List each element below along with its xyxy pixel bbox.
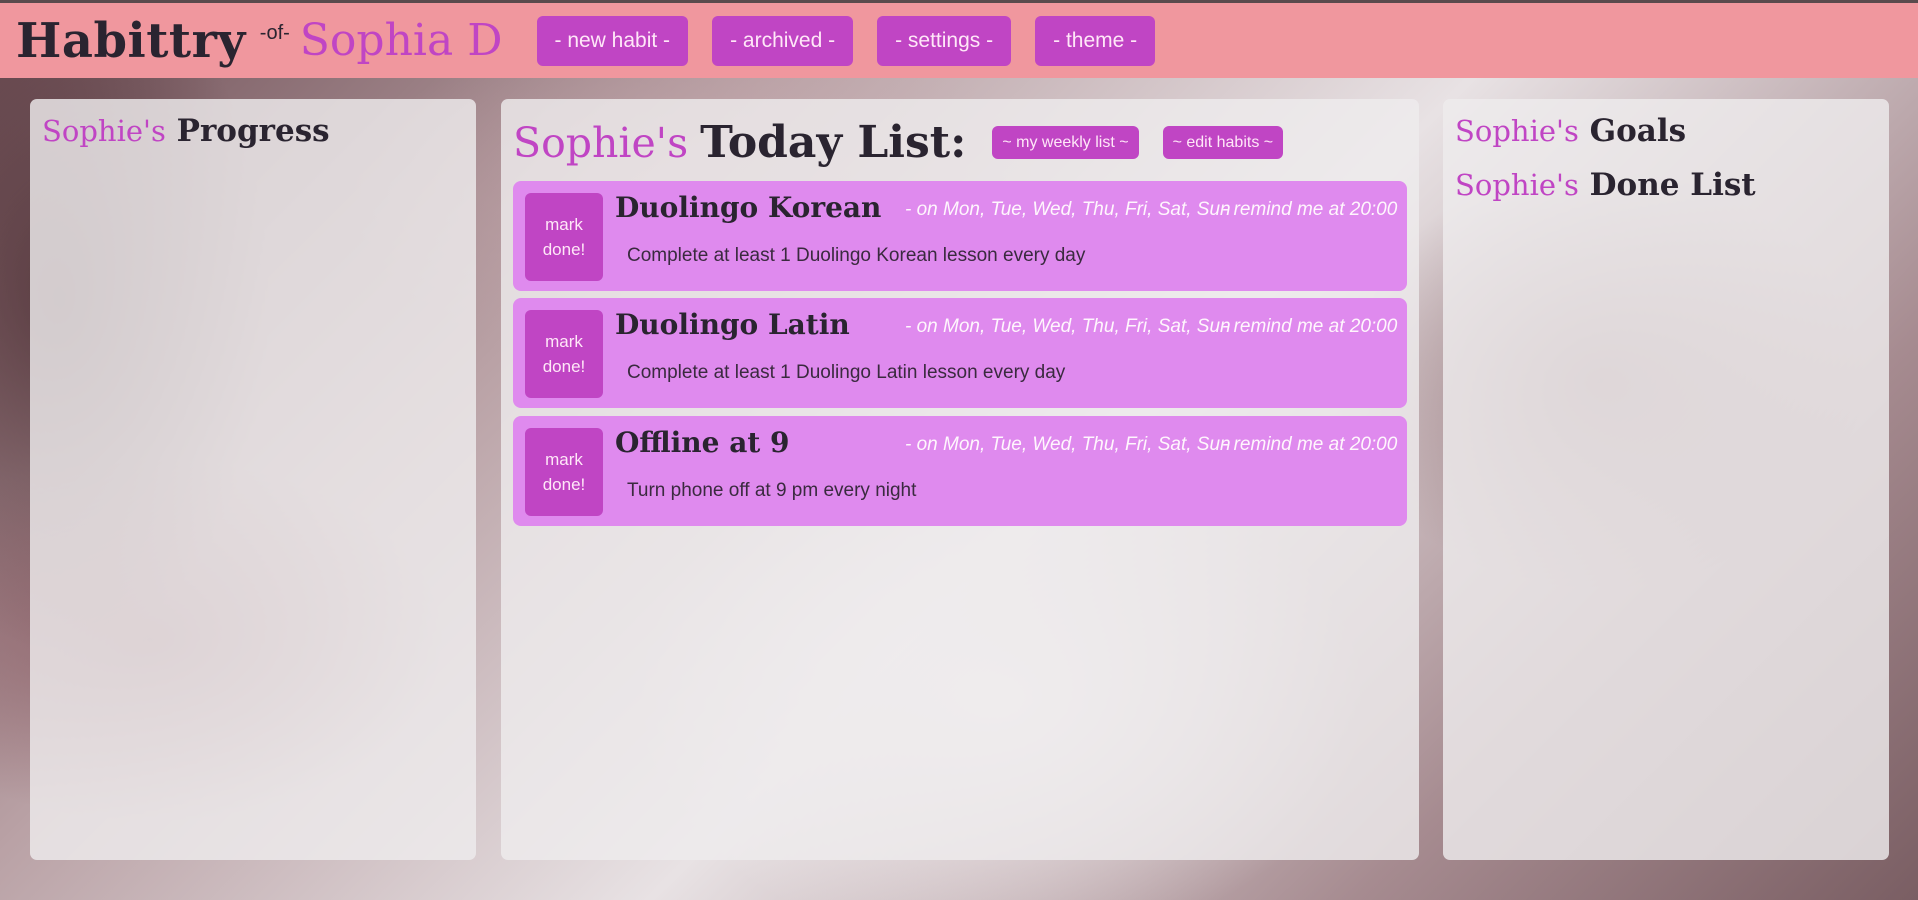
mark-done-button[interactable]: mark done!: [525, 193, 603, 281]
mark-done-button[interactable]: mark done!: [525, 428, 603, 516]
habit-description: Turn phone off at 9 pm every night: [627, 480, 917, 501]
theme-button[interactable]: - theme -: [1035, 15, 1156, 66]
today-header: Sophie's Today List: ~ my weekly list ~ …: [513, 117, 1284, 168]
habit-reminder: - remind me at 20:00: [1222, 316, 1398, 337]
habit-name: Offline at 9: [615, 426, 790, 459]
goals-title: Sophie's Goals: [1455, 113, 1686, 149]
done-label: done!: [542, 357, 586, 376]
progress-title: Sophie's Progress: [42, 113, 330, 149]
edit-habits-button[interactable]: ~ edit habits ~: [1162, 126, 1284, 159]
app-logo[interactable]: Habittry: [16, 13, 246, 69]
owner-label: Sophie's: [1455, 168, 1579, 202]
mark-label: mark: [545, 332, 583, 351]
goals-panel: Sophie's Goals Sophie's Done List: [1443, 99, 1889, 860]
top-header: Habittry -of- Sophia D - new habit - - a…: [0, 3, 1918, 78]
user-display-name: Sophia D: [299, 15, 503, 66]
done-label: done!: [542, 240, 586, 259]
done-label: done!: [542, 475, 586, 494]
habit-card: mark done! Duolingo Latin - on Mon, Tue, …: [513, 298, 1407, 408]
habit-schedule: - on Mon, Tue, Wed, Thu, Fri, Sat, Sun: [905, 316, 1231, 337]
weekly-list-button[interactable]: ~ my weekly list ~: [992, 126, 1139, 159]
owner-label: Sophie's: [1455, 114, 1579, 148]
habit-schedule: - on Mon, Tue, Wed, Thu, Fri, Sat, Sun: [905, 199, 1231, 220]
mark-label: mark: [545, 450, 583, 469]
new-habit-button[interactable]: - new habit -: [536, 15, 689, 66]
habit-reminder: - remind me at 20:00: [1222, 434, 1398, 455]
mark-label: mark: [545, 215, 583, 234]
owner-label: Sophie's: [42, 114, 166, 148]
progress-title-text: Progress: [176, 113, 330, 149]
habit-description: Complete at least 1 Duolingo Korean less…: [627, 245, 1086, 266]
mark-done-button[interactable]: mark done!: [525, 310, 603, 398]
done-list-title: Sophie's Done List: [1455, 167, 1756, 203]
of-separator: -of-: [259, 22, 290, 44]
habit-name: Duolingo Latin: [615, 308, 850, 341]
progress-panel: Sophie's Progress: [30, 99, 476, 860]
habit-schedule: - on Mon, Tue, Wed, Thu, Fri, Sat, Sun: [905, 434, 1231, 455]
habit-reminder: - remind me at 20:00: [1222, 199, 1398, 220]
habit-description: Complete at least 1 Duolingo Latin lesso…: [627, 362, 1066, 383]
today-panel: Sophie's Today List: ~ my weekly list ~ …: [501, 99, 1419, 860]
habit-name: Duolingo Korean: [615, 191, 882, 224]
goals-title-text: Goals: [1589, 113, 1687, 149]
habit-card: mark done! Offline at 9 - on Mon, Tue, We…: [513, 416, 1407, 526]
habit-card: mark done! Duolingo Korean - on Mon, Tue,…: [513, 181, 1407, 291]
done-list-title-text: Done List: [1589, 167, 1756, 203]
today-title: Today List:: [700, 117, 967, 168]
owner-label: Sophie's: [513, 118, 689, 167]
settings-button[interactable]: - settings -: [877, 15, 1012, 66]
archived-button[interactable]: - archived -: [712, 15, 854, 66]
